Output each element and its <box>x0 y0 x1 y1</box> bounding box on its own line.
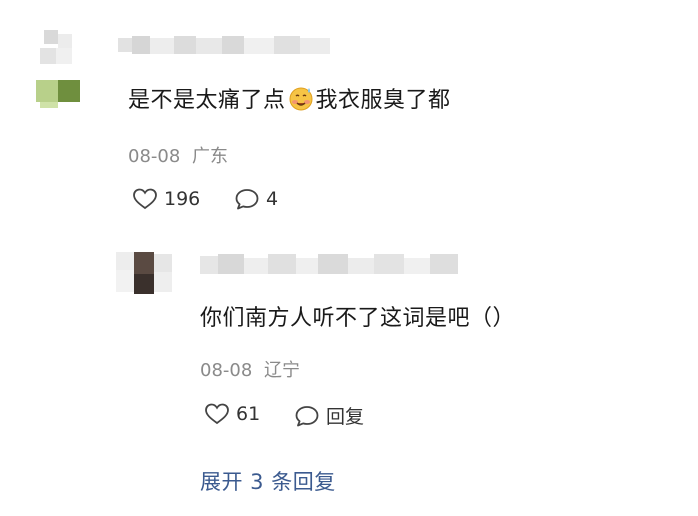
speech-bubble-icon <box>235 189 259 210</box>
comment-meta: 08-08 辽宁 <box>200 356 300 382</box>
expand-replies-link[interactable]: 展开 3 条回复 <box>200 466 336 496</box>
comment-date: 08-08 <box>128 146 181 167</box>
speech-bubble-icon <box>295 405 319 426</box>
reply-label: 回复 <box>326 406 365 428</box>
comment-meta: 08-08 广东 <box>128 142 228 168</box>
username-blurred[interactable] <box>118 34 330 56</box>
comment-text-after: 我衣服臭了都 <box>315 88 451 113</box>
like-button[interactable]: 61 <box>204 402 260 426</box>
comment-text: 是不是太痛了点 我衣服臭了都 <box>128 82 451 114</box>
comment-date: 08-08 <box>200 360 253 381</box>
reply-count: 4 <box>266 188 279 210</box>
comment-text-before: 是不是太痛了点 <box>128 88 286 113</box>
reply-button[interactable]: 回复 <box>294 402 364 429</box>
comment-location: 广东 <box>192 146 229 167</box>
avatar[interactable] <box>116 252 172 296</box>
reply-count-button[interactable]: 4 <box>234 187 278 211</box>
comment-location: 辽宁 <box>264 360 301 381</box>
heart-outline-icon <box>133 188 157 210</box>
comment-text: 你们南方人听不了这词是吧（） <box>200 306 516 331</box>
username-blurred[interactable] <box>200 252 460 278</box>
like-count: 196 <box>164 188 201 210</box>
like-count: 61 <box>236 403 261 425</box>
like-button[interactable]: 196 <box>132 187 200 211</box>
heart-outline-icon <box>205 403 229 425</box>
drooling-sweat-face-emoji-icon <box>289 87 313 111</box>
avatar[interactable] <box>36 30 80 108</box>
